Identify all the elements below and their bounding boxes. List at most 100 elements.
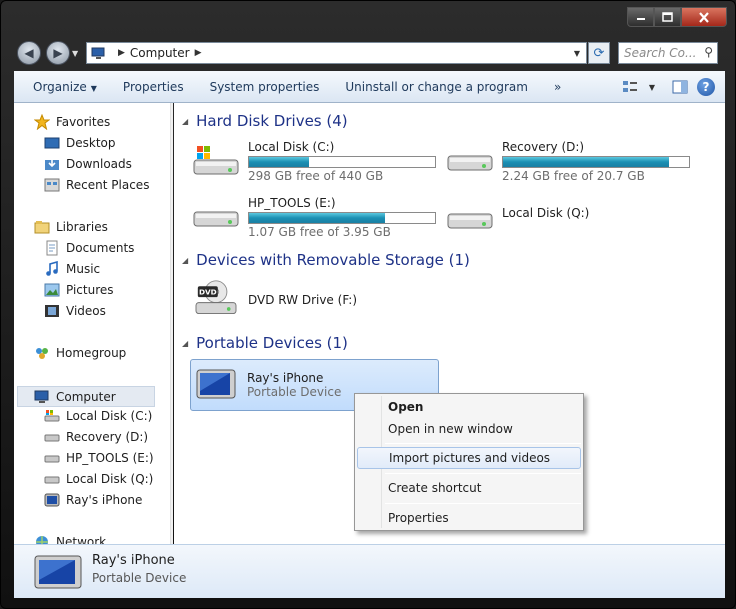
drive-recovery-d[interactable]: Recovery (D:) 2.24 GB free of 20.7 GB — [446, 140, 690, 183]
address-dropdown-icon[interactable]: ▼ — [574, 49, 580, 58]
preview-pane-icon — [672, 80, 688, 94]
drive-c-usage-bar — [248, 156, 436, 168]
nav-downloads-label: Downloads — [66, 157, 132, 171]
drive-e-usage-bar — [248, 212, 436, 224]
nav-local-disk-c-label: Local Disk (C:) — [66, 409, 153, 423]
search-placeholder: Search Co... — [624, 46, 697, 60]
group-header-hard-disks[interactable]: ◢ Hard Disk Drives (4) — [182, 112, 348, 130]
nav-scrollbar[interactable]: ▲ ▼ — [170, 103, 173, 544]
star-icon — [34, 114, 50, 130]
minimize-icon — [636, 18, 645, 20]
forward-button[interactable]: ▶ — [46, 41, 70, 65]
maximize-icon — [662, 12, 673, 22]
nav-network[interactable]: Network — [34, 534, 106, 544]
nav-desktop[interactable]: Desktop — [44, 135, 116, 151]
minimize-button[interactable] — [627, 7, 654, 27]
system-drive-icon — [193, 146, 239, 175]
dvd-drive-icon: DVD — [195, 280, 237, 314]
nav-music[interactable]: Music — [44, 261, 100, 277]
nav-recent-places-label: Recent Places — [66, 178, 150, 192]
breadcrumb-separator-icon[interactable]: ▶ — [118, 48, 125, 58]
drive-hp-tools-e[interactable]: HP_TOOLS (E:) 1.07 GB free of 3.95 GB — [192, 196, 436, 239]
nav-rays-iphone[interactable]: Ray's iPhone — [44, 492, 142, 508]
system-drive-icon — [44, 410, 60, 422]
nav-homegroup[interactable]: Homegroup — [34, 345, 126, 361]
menu-import-pictures-videos[interactable]: Import pictures and videos — [357, 447, 581, 469]
organize-menu[interactable]: Organize ▼ — [14, 80, 110, 94]
group-header-removable[interactable]: ◢ Devices with Removable Storage (1) — [182, 251, 470, 269]
nav-recent-places[interactable]: Recent Places — [44, 177, 149, 193]
scroll-up-icon[interactable]: ▲ — [171, 105, 173, 119]
documents-icon — [46, 240, 58, 256]
collapse-icon[interactable]: ◢ — [182, 117, 188, 126]
collapse-icon[interactable]: ◢ — [182, 339, 188, 348]
preview-pane-button[interactable] — [669, 77, 691, 97]
portable-device-icon — [44, 493, 60, 507]
drive-icon — [193, 211, 239, 227]
group-title-hard-disks: Hard Disk Drives (4) — [196, 112, 348, 130]
help-icon[interactable]: ? — [697, 78, 715, 96]
music-icon — [46, 261, 58, 276]
nav-network-label: Network — [56, 535, 107, 544]
portable-device-icon — [34, 555, 82, 589]
chevron-down-icon: ▼ — [90, 83, 97, 93]
breadcrumb-computer[interactable]: Computer — [130, 46, 190, 60]
menu-open-new-window[interactable]: Open in new window — [357, 418, 581, 440]
drive-icon — [44, 434, 60, 442]
back-arrow-icon: ◀ — [24, 46, 34, 60]
search-icon[interactable]: ⚲ — [704, 45, 713, 59]
computer-icon — [91, 47, 105, 59]
desktop-icon — [44, 137, 60, 149]
nav-pictures-label: Pictures — [66, 283, 114, 297]
breadcrumb-separator-icon[interactable]: ▶ — [195, 48, 202, 58]
nav-videos[interactable]: Videos — [44, 303, 106, 319]
drive-q-name: Local Disk (Q:) — [502, 206, 590, 220]
refresh-button[interactable]: ⟳ — [588, 42, 610, 64]
nav-libraries[interactable]: Libraries — [34, 219, 108, 235]
menu-create-shortcut[interactable]: Create shortcut — [357, 477, 581, 499]
back-button[interactable]: ◀ — [17, 41, 41, 65]
menu-open[interactable]: Open — [357, 396, 581, 418]
drive-e-free-space: 1.07 GB free of 3.95 GB — [248, 225, 391, 239]
more-commands-button[interactable]: » — [541, 80, 574, 94]
nav-local-disk-c[interactable]: Local Disk (C:) — [44, 408, 152, 424]
portable-device-icon — [196, 369, 236, 399]
nav-hp-tools-e[interactable]: HP_TOOLS (E:) — [44, 450, 154, 466]
nav-recovery-d[interactable]: Recovery (D:) — [44, 429, 148, 445]
nav-documents-label: Documents — [66, 241, 135, 255]
network-icon — [36, 536, 48, 544]
caption-buttons — [627, 7, 727, 27]
nav-favorites[interactable]: Favorites — [34, 114, 110, 130]
libraries-icon — [34, 221, 50, 234]
nav-downloads[interactable]: Downloads — [44, 156, 132, 172]
homegroup-icon — [36, 348, 48, 359]
nav-documents[interactable]: Documents — [44, 240, 134, 256]
recent-pages-dropdown[interactable]: ▼ — [72, 49, 78, 58]
collapse-icon[interactable]: ◢ — [182, 256, 188, 265]
drive-local-disk-c[interactable]: Local Disk (C:) 298 GB free of 440 GB — [192, 140, 436, 183]
uninstall-program-button[interactable]: Uninstall or change a program — [332, 80, 541, 94]
view-options-chevron-icon[interactable]: ▼ — [647, 77, 657, 97]
close-button[interactable] — [681, 7, 727, 27]
maximize-button[interactable] — [654, 7, 681, 27]
drive-local-disk-q[interactable]: Local Disk (Q:) — [446, 206, 589, 246]
group-title-removable: Devices with Removable Storage (1) — [196, 251, 470, 269]
drive-dvd-f[interactable]: DVD DVD RW Drive (F:) — [192, 279, 357, 319]
details-pane: Ray's iPhone Portable Device — [14, 544, 725, 598]
drive-e-usage-fill — [249, 213, 385, 223]
nav-pictures[interactable]: Pictures — [44, 282, 114, 298]
properties-button[interactable]: Properties — [110, 80, 197, 94]
search-input[interactable]: Search Co... ⚲ — [618, 42, 718, 64]
menu-properties[interactable]: Properties — [357, 507, 581, 529]
address-bar[interactable]: ▶ Computer ▶ ▼ — [86, 42, 587, 64]
group-header-portable[interactable]: ◢ Portable Devices (1) — [182, 334, 348, 352]
nav-homegroup-label: Homegroup — [56, 346, 127, 360]
system-properties-button[interactable]: System properties — [197, 80, 333, 94]
computer-icon — [34, 390, 49, 403]
nav-favorites-label: Favorites — [56, 115, 111, 129]
nav-computer[interactable]: Computer — [17, 386, 155, 407]
nav-local-disk-q[interactable]: Local Disk (Q:) — [44, 471, 153, 487]
change-view-button[interactable] — [619, 77, 641, 97]
drive-f-name: DVD RW Drive (F:) — [248, 293, 358, 307]
scroll-down-icon[interactable]: ▼ — [171, 528, 173, 542]
